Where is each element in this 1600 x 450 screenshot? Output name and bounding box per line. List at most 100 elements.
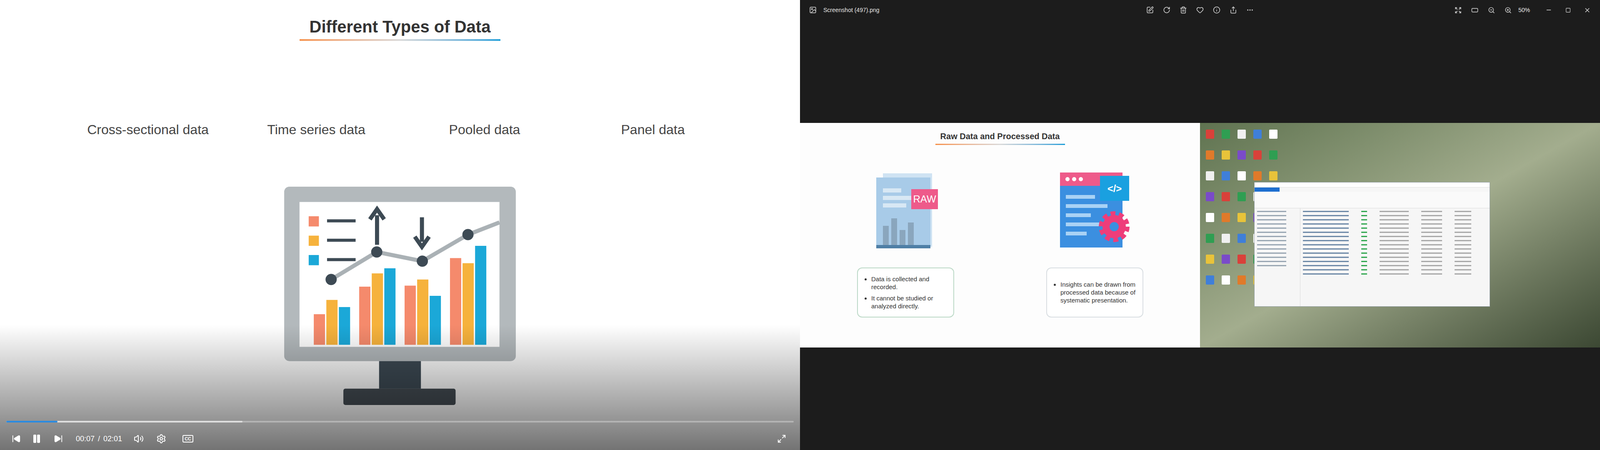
maximize-icon [1565,7,1571,13]
desktop-shortcut-icon[interactable] [1237,212,1246,223]
desktop-shortcut-icon[interactable] [1221,171,1230,181]
heart-icon [1196,6,1204,14]
skip-back-icon [11,434,21,444]
zoom-level: 50% [1518,5,1530,15]
card-bullet: Data is collected and recorded. [871,275,948,291]
desktop-shortcut-icon[interactable] [1205,275,1215,285]
rotate-button[interactable] [1158,1,1175,19]
svg-text:RAW: RAW [912,193,936,205]
desktop-shortcut-icon[interactable] [1205,150,1215,160]
delete-button[interactable] [1175,1,1192,19]
cc-badge: CC [182,435,194,443]
share-button[interactable] [1225,1,1242,19]
desktop-shortcut-icon[interactable] [1205,192,1215,202]
desktop-shortcut-icon[interactable] [1269,150,1278,160]
desktop-shortcut-icon[interactable] [1221,275,1230,285]
video-player[interactable]: Different Types of DataCross-sectional d… [0,0,800,450]
desktop-shortcut-icon[interactable] [1269,171,1278,181]
more-icon [1246,6,1254,14]
played-fill [6,420,58,423]
close-button[interactable] [1577,1,1597,19]
viewer-toolbar [1141,1,1259,19]
file-explorer-window[interactable] [1254,182,1490,307]
explorer-nav-pane [1254,208,1301,307]
rotate-icon [1162,6,1171,14]
time-separator: / [97,433,100,445]
desktop-shortcut-icon[interactable] [1253,129,1262,139]
description-card: Insights can be drawn from processed dat… [1046,267,1144,318]
desktop-shortcut-icon[interactable] [1205,171,1215,181]
full-screen-button[interactable] [1450,1,1467,19]
desktop-shortcut-icon[interactable] [1205,233,1215,243]
edit-button[interactable] [1141,1,1159,19]
desktop-shortcut-icon[interactable] [1237,150,1246,160]
current-time: 00:07 [75,433,95,445]
desktop-shortcut-icon[interactable] [1253,171,1262,181]
skip-forward-icon [53,434,63,444]
edit-icon [1146,6,1154,14]
desktop-photo [1200,122,1600,348]
fullscreen-button[interactable] [771,428,792,449]
data-type-label: Panel data [568,121,738,138]
more-button[interactable] [1241,1,1259,19]
fullscreen-icon [777,434,787,444]
desktop-shortcut-icon[interactable] [1221,192,1230,202]
desktop-shortcut-icon[interactable] [1269,129,1278,139]
desktop-shortcut-icon[interactable] [1221,129,1230,139]
desktop-shortcut-icon[interactable] [1221,233,1230,243]
description-card: Data is collected and recorded. It cannot… [857,267,955,318]
raw-data-icon: RAW [873,171,938,250]
desktop-shortcut-icon[interactable] [1205,254,1215,264]
desktop-shortcut-icon[interactable] [1237,171,1246,181]
card-bullet: It cannot be studied or analyzed directl… [871,294,948,310]
desktop-shortcut-icon[interactable] [1253,150,1262,160]
explorer-ribbon [1254,191,1490,209]
time-display: 00:07/02:01 [75,433,123,445]
explorer-ribbon-tabs [1254,187,1280,192]
play-pause-button[interactable] [26,428,47,449]
progress-bar[interactable] [6,420,794,423]
photos-app-icon [809,6,817,14]
explorer-file-list [1300,208,1490,307]
desktop-shortcut-icon[interactable] [1221,212,1230,223]
desktop-shortcut-icon[interactable] [1205,212,1215,223]
minimize-icon [1545,6,1553,14]
favorite-button[interactable] [1191,1,1209,19]
image-canvas: Raw Data and Processed DataRAWData is co… [800,20,1600,450]
desktop-shortcut-icon[interactable] [1205,129,1215,139]
viewer-title-bar: Screenshot (497).png 50% [800,0,1600,20]
volume-button[interactable] [128,428,149,449]
monitor-chart-illustration [284,186,516,405]
displayed-image: Raw Data and Processed DataRAWData is co… [800,122,1600,348]
gear-icon [156,433,167,444]
player-controls: 00:07/02:01 CC [0,420,800,450]
processed-data-icon: </> [1058,170,1132,250]
data-kind-column: RAW Data is collected and recorded. It can… [857,170,955,318]
image-viewer: Screenshot (497).png 50% Raw Data and Proc… [800,0,1600,450]
zoom-out-button[interactable] [1483,1,1500,19]
desktop-shortcut-icon[interactable] [1237,254,1246,264]
file-title: Screenshot (497).png [823,5,880,15]
inner-title-underline [935,143,1065,145]
desktop-shortcut-icon[interactable] [1221,150,1230,160]
share-icon [1229,6,1238,14]
settings-button[interactable] [151,428,172,449]
maximize-button[interactable] [1558,1,1578,19]
desktop-shortcut-icon[interactable] [1237,233,1246,243]
minimize-button[interactable] [1539,1,1559,19]
explorer-title-bar [1254,182,1490,188]
desktop-shortcut-icon[interactable] [1237,129,1246,139]
info-button[interactable] [1208,1,1225,19]
desktop-shortcut-icon[interactable] [1237,275,1246,285]
fit-button[interactable] [1466,1,1484,19]
desktop-shortcut-icon[interactable] [1221,254,1230,264]
captions-button[interactable]: CC [177,428,198,449]
volume-icon [133,433,144,444]
next-button[interactable] [48,428,69,449]
zoom-in-button[interactable] [1500,1,1517,19]
data-type-label: Time series data [232,121,401,138]
desktop-shortcut-icon[interactable] [1237,192,1246,202]
previous-button[interactable] [6,428,27,449]
info-icon [1212,6,1221,14]
expand-icon [1454,6,1462,14]
